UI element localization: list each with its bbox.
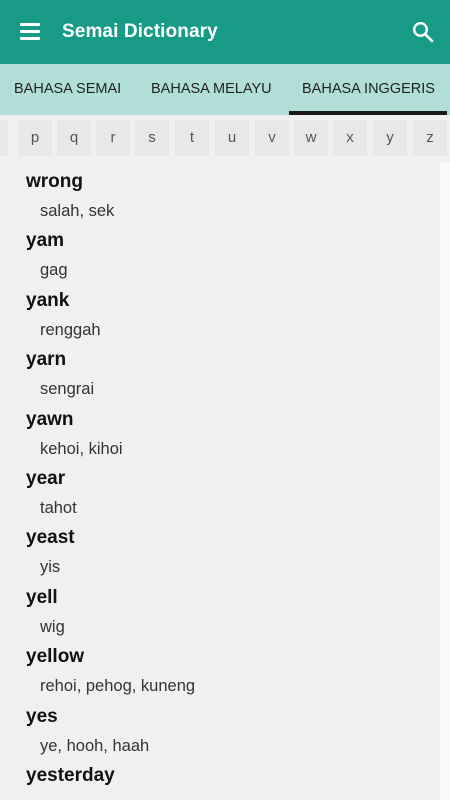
entry-word: yeast xyxy=(26,527,75,549)
entry-meaning: sengrai xyxy=(40,380,95,399)
entry-word: yesterday xyxy=(26,764,115,786)
list-item[interactable]: yank renggah xyxy=(0,282,440,341)
entry-word: yellow xyxy=(26,646,85,668)
list-item[interactable]: yarn sengrai xyxy=(0,341,440,400)
list-item[interactable]: yell wig xyxy=(0,579,440,638)
entry-meaning: tahot xyxy=(40,498,77,517)
letter-button-y[interactable]: y xyxy=(373,120,407,156)
entry-word: year xyxy=(26,467,66,489)
entry-meaning: wig xyxy=(40,617,65,636)
app-bar: Semai Dictionary xyxy=(0,0,450,64)
list-item[interactable]: yeast yis xyxy=(0,519,440,578)
tab-bahasa-melayu[interactable]: BAHASA MELAYU xyxy=(151,64,272,115)
list-item[interactable]: yawn kehoi, kihoi xyxy=(0,401,440,460)
letter-button-q[interactable]: q xyxy=(57,120,91,156)
entry-word: wrong xyxy=(26,171,83,192)
list-item[interactable]: yesterday xyxy=(0,757,440,800)
letter-button-p[interactable]: p xyxy=(18,120,52,156)
tab-bahasa-semai[interactable]: BAHASA SEMAI xyxy=(14,64,121,115)
letter-button-z[interactable]: z xyxy=(413,120,447,156)
scrollbar[interactable] xyxy=(440,163,450,800)
entry-word: yank xyxy=(26,289,70,311)
list-item[interactable]: yellow rehoi, pehog, kuneng xyxy=(0,638,440,697)
entry-word: yarn xyxy=(26,349,67,371)
entry-word: yell xyxy=(26,586,58,608)
app-title: Semai Dictionary xyxy=(62,21,218,42)
entry-word: yawn xyxy=(26,408,74,430)
entry-meaning: salah, sek xyxy=(40,202,115,220)
entry-meaning: kehoi, kihoi xyxy=(40,439,123,458)
list-item[interactable]: yes ye, hooh, haah xyxy=(0,698,440,757)
entry-meaning: gag xyxy=(40,261,68,280)
word-list: wrong salah, sek yam gag yank renggah ya… xyxy=(0,163,440,800)
letter-button-w[interactable]: w xyxy=(294,120,328,156)
letter-button-s[interactable]: s xyxy=(135,120,169,156)
letter-button-t[interactable]: t xyxy=(175,120,209,156)
list-item[interactable]: yam gag xyxy=(0,222,440,281)
entry-word: yam xyxy=(26,230,65,252)
list-item[interactable]: wrong salah, sek xyxy=(0,163,440,222)
language-tabs: BAHASA SEMAI BAHASA MELAYU BAHASA INGGER… xyxy=(0,64,450,115)
tab-bahasa-inggeris[interactable]: BAHASA INGGERIS xyxy=(302,64,435,115)
hamburger-menu-icon[interactable] xyxy=(20,23,40,40)
entry-meaning: yis xyxy=(40,558,61,577)
entry-meaning: renggah xyxy=(40,320,101,339)
search-icon[interactable] xyxy=(412,21,434,43)
entry-meaning: ye, hooh, haah xyxy=(40,736,150,755)
letter-button-v[interactable]: v xyxy=(255,120,289,156)
letter-button-r[interactable]: r xyxy=(96,120,130,156)
letter-button-u[interactable]: u xyxy=(215,120,249,156)
letter-button-x[interactable]: x xyxy=(333,120,367,156)
entry-word: yes xyxy=(26,705,58,727)
entry-meaning: rehoi, pehog, kuneng xyxy=(40,677,196,696)
letter-button-partial[interactable] xyxy=(0,120,8,156)
letter-index-bar: p q r s t u v w x y z xyxy=(0,115,450,163)
list-item[interactable]: year tahot xyxy=(0,460,440,519)
